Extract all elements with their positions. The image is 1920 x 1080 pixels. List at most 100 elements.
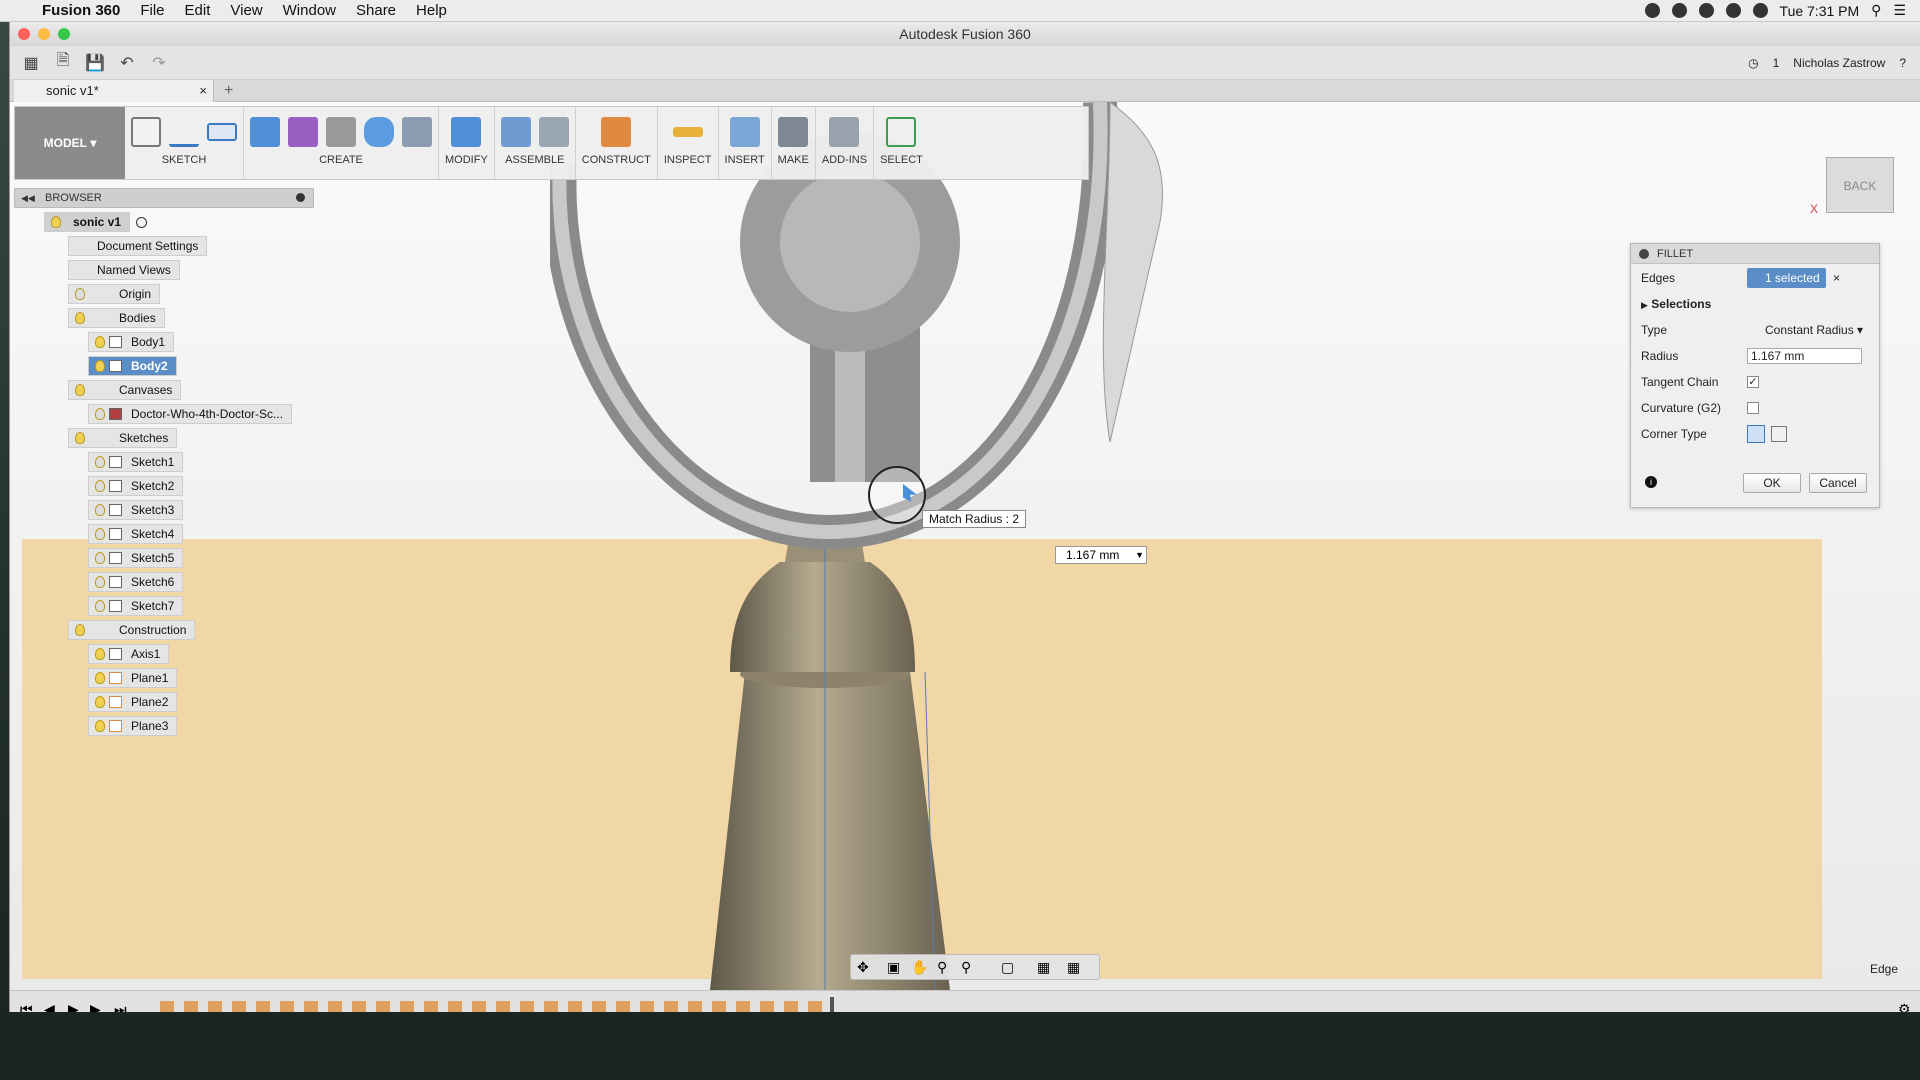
mirror-icon[interactable] (402, 117, 432, 147)
collapse-dialog-icon[interactable] (1639, 249, 1649, 259)
display-icon[interactable] (1725, 3, 1741, 18)
menu-edit[interactable]: Edit (175, 2, 221, 19)
add-ins-menu[interactable]: ADD-INS (822, 154, 867, 166)
edges-selection-button[interactable]: 1 selected (1747, 268, 1826, 288)
assemble-menu[interactable]: ASSEMBLE (505, 154, 564, 166)
create-sketch-icon[interactable] (131, 117, 161, 147)
curvature-checkbox[interactable] (1747, 402, 1759, 414)
lightbulb-icon[interactable] (95, 480, 105, 492)
viewports-icon[interactable]: ▦ (1067, 959, 1080, 976)
browser-node-sketch7[interactable]: Sketch7 (88, 596, 184, 616)
fillet-manipulator[interactable] (868, 466, 926, 524)
file-menu-icon[interactable]: 🗎 (52, 52, 74, 72)
select-menu[interactable]: SELECT (880, 154, 923, 166)
insert-menu[interactable]: INSERT (725, 154, 765, 166)
close-tab-icon[interactable]: × (199, 80, 207, 102)
notification-center-icon[interactable]: ☰ (1893, 2, 1906, 19)
inspect-menu[interactable]: INSPECT (664, 154, 712, 166)
lightbulb-icon[interactable] (95, 528, 105, 540)
expand-triangle-icon[interactable]: ▶ (1641, 300, 1648, 310)
timeline-marker[interactable] (830, 997, 834, 1012)
visibility-bulb-icon[interactable] (51, 216, 61, 228)
browser-node-sketch5[interactable]: Sketch5 (88, 548, 184, 568)
go-to-end-icon[interactable]: ⏭ (114, 1001, 127, 1012)
lightbulb-icon[interactable] (95, 504, 105, 516)
type-dropdown[interactable]: Constant Radius ▾ (1747, 320, 1877, 340)
close-window-button[interactable] (18, 28, 30, 40)
step-forward-icon[interactable]: ▶ (90, 1001, 101, 1012)
wifi-icon[interactable] (1698, 3, 1714, 18)
press-pull-icon[interactable] (451, 117, 482, 147)
line-icon[interactable] (169, 117, 199, 147)
lightbulb-icon[interactable] (95, 456, 105, 468)
browser-node-canvases[interactable]: Canvases (68, 380, 182, 400)
browser-node-bodies[interactable]: Bodies (68, 308, 165, 328)
new-tab-button[interactable]: + (224, 80, 233, 102)
form-icon[interactable] (288, 117, 318, 147)
radius-inline-input[interactable]: 1.167 mm ▼ (1055, 546, 1147, 564)
offset-plane-icon[interactable] (601, 117, 632, 147)
lightbulb-icon[interactable] (95, 360, 105, 372)
step-back-icon[interactable]: ◀ (44, 1001, 55, 1012)
lightbulb-icon[interactable] (95, 408, 105, 420)
job-status-icon[interactable]: ◷ (1748, 56, 1758, 70)
play-icon[interactable]: ▶ (68, 1001, 79, 1012)
menu-help[interactable]: Help (406, 2, 457, 19)
user-account-menu[interactable]: Nicholas Zastrow (1793, 56, 1885, 70)
lightbulb-icon[interactable] (95, 720, 105, 732)
browser-node-body2[interactable]: Body2 (88, 356, 177, 376)
display-settings-icon[interactable]: ▢ (1001, 959, 1014, 976)
lightbulb-icon[interactable] (75, 384, 85, 396)
menubar-clock[interactable]: Tue 7:31 PM (1780, 3, 1860, 19)
new-component-icon[interactable] (500, 117, 531, 147)
browser-node-sketch3[interactable]: Sketch3 (88, 500, 184, 520)
lightbulb-icon[interactable] (95, 672, 105, 684)
browser-node-axis1[interactable]: Axis1 (88, 644, 170, 664)
view-cube[interactable]: BACK (1826, 157, 1894, 213)
lightbulb-icon[interactable] (75, 288, 85, 300)
browser-header[interactable]: ◀◀ BROWSER (14, 188, 314, 208)
lightbulb-icon[interactable] (75, 432, 85, 444)
app-menu-name[interactable]: Fusion 360 (38, 2, 130, 19)
selections-row[interactable]: ▶ Selections (1641, 294, 1711, 314)
spotlight-search-icon[interactable]: ⚲ (1871, 2, 1881, 19)
redo-icon[interactable]: ↷ (148, 54, 170, 72)
coil-icon[interactable] (326, 117, 356, 147)
insert-image-icon[interactable] (729, 117, 760, 147)
activate-radio-icon[interactable] (136, 216, 148, 228)
zoom-window-button[interactable] (58, 28, 70, 40)
browser-node-named-views[interactable]: Named Views (68, 260, 180, 280)
3d-print-icon[interactable] (778, 117, 809, 147)
minimize-browser-icon[interactable] (296, 193, 305, 202)
data-panel-grid-icon[interactable]: ▦ (20, 54, 42, 72)
browser-node-sketch6[interactable]: Sketch6 (88, 572, 184, 592)
browser-node-document-settings[interactable]: Document Settings (68, 236, 208, 256)
chevron-down-icon[interactable]: ▼ (1135, 547, 1144, 563)
orbit-icon[interactable]: ✥ (857, 959, 869, 976)
record-status-icon[interactable] (1644, 3, 1660, 18)
browser-node-sketch2[interactable]: Sketch2 (88, 476, 184, 496)
browser-node-sketch1[interactable]: Sketch1 (88, 452, 184, 472)
menu-window[interactable]: Window (273, 2, 346, 19)
menu-file[interactable]: File (130, 2, 174, 19)
lightbulb-icon[interactable] (95, 576, 105, 588)
browser-node-plane3[interactable]: Plane3 (88, 716, 178, 736)
look-at-icon[interactable]: ▣ (887, 959, 900, 976)
save-icon[interactable]: 💾 (84, 54, 106, 72)
collapse-browser-icon[interactable]: ◀◀ (21, 189, 35, 207)
cloud-icon[interactable] (1671, 3, 1687, 18)
menu-view[interactable]: View (220, 2, 272, 19)
corner-setback-icon[interactable] (1771, 426, 1787, 442)
browser-node-plane2[interactable]: Plane2 (88, 692, 178, 712)
make-menu[interactable]: MAKE (778, 154, 809, 166)
browser-node-canvas[interactable]: Doctor-Who-4th-Doctor-Sc... (88, 404, 293, 424)
select-icon[interactable] (886, 117, 917, 147)
document-tab[interactable]: sonic v1* × (14, 80, 214, 102)
fillet-dialog-header[interactable]: FILLET (1631, 244, 1879, 264)
rectangle-icon[interactable] (207, 123, 237, 141)
zoom-icon[interactable]: ⚲ (937, 959, 947, 976)
info-icon[interactable]: i (1645, 476, 1657, 488)
browser-node-sketches[interactable]: Sketches (68, 428, 178, 448)
pan-hand-icon[interactable]: ✋ (911, 959, 928, 976)
lightbulb-icon[interactable] (95, 336, 105, 348)
